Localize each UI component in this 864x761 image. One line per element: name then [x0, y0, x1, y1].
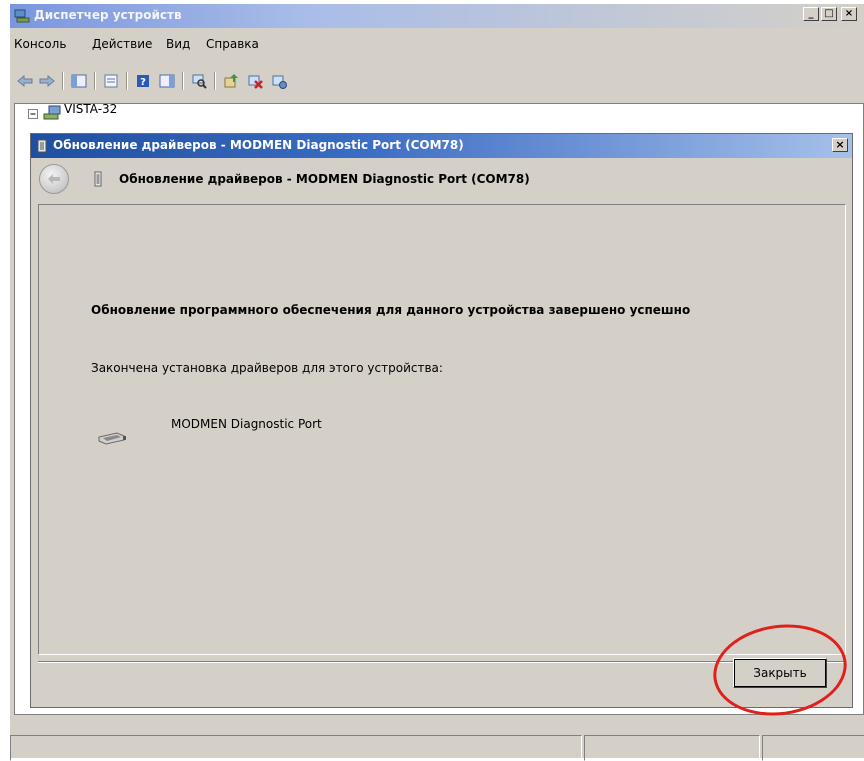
device-icon: [37, 139, 47, 153]
action-pane-icon[interactable]: [156, 70, 178, 92]
menu-action[interactable]: Действие: [92, 37, 152, 51]
computer-icon: [43, 105, 61, 120]
back-arrow-icon: [48, 174, 60, 184]
forward-icon[interactable]: [36, 70, 58, 92]
uninstall-icon[interactable]: [244, 70, 266, 92]
help-icon[interactable]: ?: [132, 70, 154, 92]
dialog-title: Обновление драйверов - MODMEN Diagnostic…: [53, 138, 464, 152]
toolbar-separator: [182, 72, 184, 90]
success-heading: Обновление программного обеспечения для …: [91, 303, 691, 317]
device-icon: [94, 171, 102, 187]
update-driver-dialog: Обновление драйверов - MODMEN Diagnostic…: [30, 133, 853, 708]
properties-icon[interactable]: [100, 70, 122, 92]
window-title: Диспетчер устройств: [34, 8, 182, 22]
status-bar: [10, 732, 864, 761]
dialog-close-button[interactable]: ×: [832, 138, 848, 152]
toolbar-separator: [94, 72, 96, 90]
status-pane: [762, 735, 864, 761]
disable-icon[interactable]: [268, 70, 290, 92]
finish-message: Закончена установка драйверов для этого …: [91, 361, 443, 375]
title-bar[interactable]: Диспетчер устройств _ □ ×: [10, 4, 864, 28]
serial-port-icon: [98, 432, 126, 445]
status-pane: [584, 735, 760, 761]
content-panel: Обновление программного обеспечения для …: [38, 204, 846, 655]
menu-console[interactable]: Консоль: [14, 37, 66, 51]
device-name: MODMEN Diagnostic Port: [171, 417, 322, 431]
tree-root-label[interactable]: VISTA-32: [64, 102, 117, 116]
menu-view[interactable]: Вид: [166, 37, 190, 51]
svg-text:?: ?: [140, 77, 146, 88]
toolbar-separator: [214, 72, 216, 90]
maximize-button[interactable]: □: [821, 7, 837, 21]
show-hide-tree-icon[interactable]: [68, 70, 90, 92]
toolbar-separator: [62, 72, 64, 90]
dialog-header: Обновление драйверов - MODMEN Diagnostic…: [119, 172, 530, 186]
collapse-icon[interactable]: [27, 108, 39, 120]
scan-hardware-icon[interactable]: [188, 70, 210, 92]
back-button[interactable]: [39, 164, 69, 194]
menu-help[interactable]: Справка: [206, 37, 259, 51]
device-manager-icon: [14, 9, 30, 23]
minimize-button[interactable]: _: [803, 7, 819, 21]
dialog-title-bar[interactable]: Обновление драйверов - MODMEN Diagnostic…: [31, 134, 852, 158]
toolbar-separator: [126, 72, 128, 90]
menu-bar: Консоль Действие Вид Справка: [10, 34, 864, 54]
status-pane: [10, 735, 582, 761]
update-driver-icon[interactable]: [220, 70, 242, 92]
back-icon[interactable]: [14, 70, 36, 92]
close-window-button[interactable]: ×: [841, 7, 857, 21]
toolbar: ?: [10, 70, 864, 96]
